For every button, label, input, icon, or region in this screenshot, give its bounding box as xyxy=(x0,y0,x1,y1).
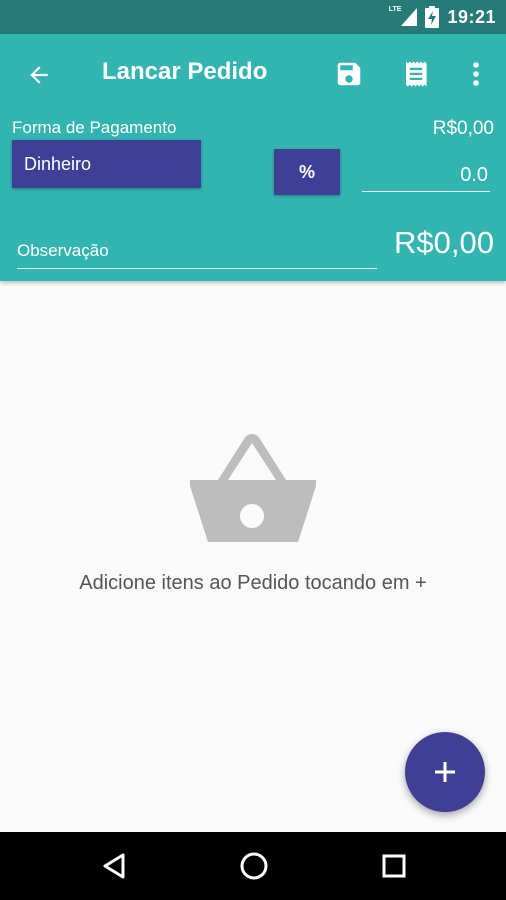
empty-state-message: Adicione itens ao Pedido tocando em + xyxy=(79,572,427,594)
shopping-basket-icon xyxy=(190,434,316,542)
battery-charging-icon xyxy=(425,6,440,28)
nav-recents-button[interactable] xyxy=(374,846,414,886)
add-item-button[interactable] xyxy=(405,732,485,812)
payment-method-select[interactable]: Dinheiro xyxy=(12,140,201,188)
more-vert-icon xyxy=(473,62,479,86)
nav-back-icon xyxy=(103,853,125,879)
save-icon xyxy=(337,62,361,86)
observation-input[interactable]: Observação xyxy=(17,239,377,269)
app-bar: Lancar Pedido xyxy=(0,34,506,116)
subtotal-value: R$0,00 xyxy=(432,118,494,139)
plus-icon xyxy=(435,762,455,782)
status-bar: LTE 19:21 xyxy=(0,0,506,34)
receipt-button[interactable] xyxy=(400,58,432,90)
order-header: Lancar Pedido Forma de Pagamento R$0,00 … xyxy=(0,34,506,281)
back-arrow-icon xyxy=(30,66,48,84)
status-bar-right: LTE 19:21 xyxy=(389,0,496,34)
receipt-icon xyxy=(406,61,427,87)
navigation-bar xyxy=(0,832,506,900)
nav-back-button[interactable] xyxy=(94,846,134,886)
clock: 19:21 xyxy=(447,6,496,27)
signal-icon xyxy=(401,8,418,26)
nav-home-icon xyxy=(240,852,268,880)
save-button[interactable] xyxy=(333,58,365,90)
order-total: R$0,00 xyxy=(394,225,494,260)
empty-state xyxy=(0,430,506,547)
discount-input[interactable]: 0.0 xyxy=(362,160,490,192)
nav-recents-icon xyxy=(382,854,406,878)
more-options-button[interactable] xyxy=(462,58,490,90)
percent-button[interactable]: % xyxy=(274,149,340,195)
page-title: Lancar Pedido xyxy=(102,58,268,85)
payment-method-label: Forma de Pagamento xyxy=(12,118,177,137)
back-button[interactable] xyxy=(20,56,58,94)
nav-home-button[interactable] xyxy=(234,846,274,886)
lte-label: LTE xyxy=(388,5,402,13)
